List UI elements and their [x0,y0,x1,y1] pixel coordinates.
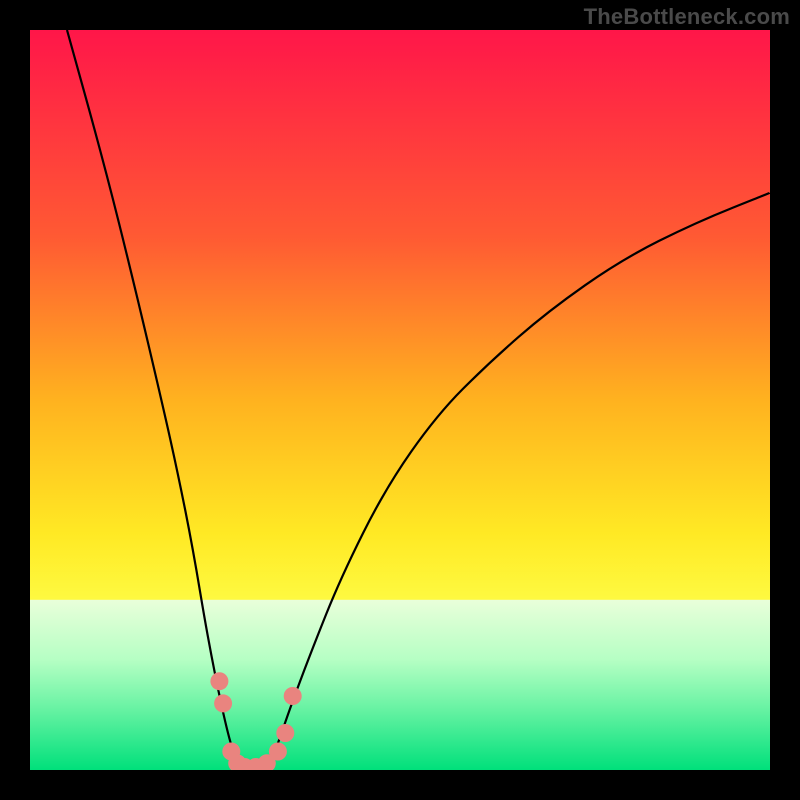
marker-dot [210,672,228,690]
plot-area [30,30,770,770]
chart-frame: TheBottleneck.com [0,0,800,800]
marker-dot [269,743,287,761]
marker-dot [276,724,294,742]
marker-dot [284,687,302,705]
watermark-text: TheBottleneck.com [584,4,790,30]
green-band [30,600,770,770]
marker-dot [214,694,232,712]
chart-svg [30,30,770,770]
